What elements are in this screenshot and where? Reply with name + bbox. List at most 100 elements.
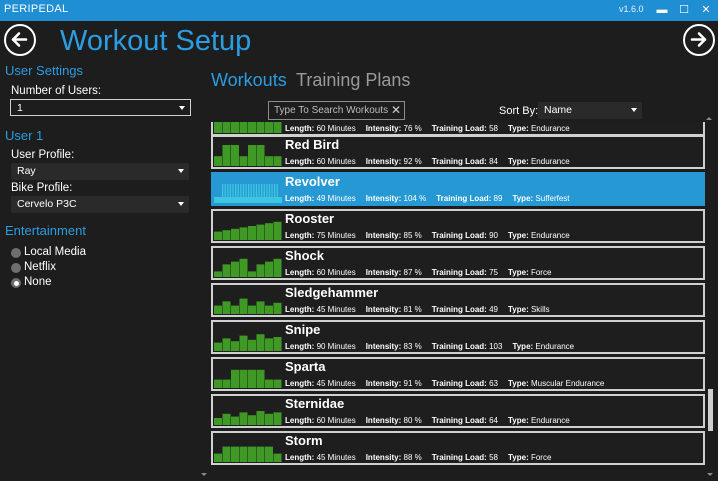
radio-circle-selected (11, 278, 21, 288)
type-value: Endurance (530, 157, 570, 166)
training-load-value: 90 (489, 231, 498, 240)
radio-label: Netflix (24, 261, 56, 273)
workout-meta: Length: 45 Minutes Intensity: 81 % Trainin… (285, 305, 550, 314)
training-load-value: 58 (489, 453, 498, 462)
arrow-left-icon (11, 32, 28, 47)
scroll-down-arrow[interactable] (707, 473, 713, 476)
training-load-value: 75 (489, 268, 498, 277)
type-label: Type: (512, 342, 534, 351)
number-of-users-value: 1 (17, 102, 23, 114)
minimize-button[interactable]: ▬ (651, 1, 673, 19)
tab-workouts[interactable]: Workouts (211, 70, 287, 91)
chevron-down-icon (179, 106, 185, 110)
workout-row[interactable]: Sparta Length: 45 Minutes Intensity: 91 % T… (211, 357, 705, 391)
length-value: 45 Minutes (316, 453, 356, 462)
type-label: Type: (507, 453, 529, 462)
scrollbar[interactable] (705, 122, 718, 480)
intensity-label: Intensity: (365, 268, 402, 277)
arrow-right-icon (690, 32, 707, 47)
workout-row[interactable]: Sternidae Length: 60 Minutes Intensity: 80… (211, 394, 705, 428)
workout-meta: Length: 90 Minutes Intensity: 83 % Trainin… (285, 342, 574, 351)
maximize-button[interactable]: ☐ (673, 1, 695, 19)
scroll-up-arrow[interactable] (706, 117, 712, 120)
radio-label: Local Media (24, 246, 87, 258)
length-label: Length: (285, 231, 315, 240)
close-button[interactable]: ✕ (695, 1, 717, 19)
workout-profile-graph (214, 145, 282, 166)
app-version: v1.6.0 (619, 4, 644, 14)
chevron-down-icon (178, 169, 184, 173)
workout-name: Revolver (285, 174, 340, 189)
intensity-value: 85 % (403, 231, 422, 240)
clear-icon[interactable]: ✕ (391, 103, 401, 117)
type-value: Skills (530, 305, 550, 314)
training-load-value: 49 (489, 305, 498, 314)
workout-row[interactable]: Red Bird Length: 60 Minutes Intensity: 92 … (211, 135, 705, 169)
length-label: Length: (285, 194, 315, 203)
type-label: Type: (512, 194, 534, 203)
workout-meta: Length: 75 Minutes Intensity: 85 % Trainin… (285, 231, 570, 240)
workout-row[interactable]: Shock Length: 60 Minutes Intensity: 87 % Tr… (211, 246, 705, 280)
workout-name: Rooster (285, 211, 335, 226)
number-of-users-select[interactable]: 1 (10, 99, 191, 116)
intensity-label: Intensity: (365, 157, 402, 166)
length-label: Length: (285, 453, 315, 462)
user-profile-select[interactable]: Ray (11, 163, 189, 180)
workout-name: Shock (285, 248, 325, 263)
workout-name: Snipe (285, 322, 321, 337)
workout-name: Sparta (285, 359, 326, 374)
type-value: Endurance (530, 416, 570, 425)
workout-row[interactable]: Snipe Length: 90 Minutes Intensity: 83 % Tr… (211, 320, 705, 354)
training-load-label: Training Load: (431, 124, 487, 133)
workout-row[interactable]: Revolver Length: 49 Minutes Intensity: 104… (211, 172, 705, 206)
workout-meta: Length: 49 Minutes Intensity: 104 % Traini… (285, 194, 570, 203)
workout-profile-graph (214, 369, 282, 388)
user-settings-heading: User Settings (5, 63, 84, 78)
type-value: Force (530, 453, 552, 462)
search-input[interactable]: Type To Search Workouts ✕ (268, 101, 405, 120)
workout-meta: Length: 60 Minutes Intensity: 87 % Trainin… (285, 268, 551, 277)
workout-profile-graph (214, 334, 282, 351)
training-load-label: Training Load: (431, 268, 487, 277)
back-button[interactable] (4, 24, 36, 56)
scrollbar-thumb[interactable] (708, 389, 713, 431)
workout-name: Sternidae (285, 396, 345, 411)
length-label: Length: (285, 124, 315, 133)
workout-row[interactable]: Length: 60 Minutes Intensity: 76 % Trainin… (211, 122, 705, 136)
intensity-label: Intensity: (365, 305, 402, 314)
intensity-value: 83 % (403, 342, 422, 351)
workout-row[interactable]: Sledgehammer Length: 45 Minutes Intensity:… (211, 283, 705, 317)
length-value: 60 Minutes (316, 268, 356, 277)
radio-label: None (24, 276, 52, 288)
bike-profile-value: Cervelo P3C (17, 198, 77, 210)
page-title: Workout Setup (60, 25, 252, 57)
chevron-down-icon (178, 202, 184, 206)
workout-meta: Length: 60 Minutes Intensity: 80 % Trainin… (285, 416, 570, 425)
intensity-label: Intensity: (365, 342, 402, 351)
list-scroll-down-arrow[interactable] (201, 473, 207, 476)
training-load-value: 84 (489, 157, 498, 166)
training-load-label: Training Load: (431, 305, 487, 314)
workout-row[interactable]: Storm Length: 45 Minutes Intensity: 88 % Tr… (211, 431, 705, 465)
title-bar: PERIPEDAL v1.6.0 ▬ ☐ ✕ (0, 0, 718, 21)
workout-meta: Length: 45 Minutes Intensity: 91 % Trainin… (285, 379, 604, 388)
length-value: 49 Minutes (316, 194, 356, 203)
workout-row[interactable]: Rooster Length: 75 Minutes Intensity: 85 %… (211, 209, 705, 243)
type-label: Type: (507, 305, 529, 314)
workout-list[interactable]: Length: 60 Minutes Intensity: 76 % Trainin… (209, 122, 707, 480)
training-load-label: Training Load: (431, 342, 487, 351)
entertainment-heading: Entertainment (5, 223, 86, 238)
type-label: Type: (507, 231, 529, 240)
training-load-value: 103 (489, 342, 503, 351)
training-load-value: 64 (489, 416, 498, 425)
forward-button[interactable] (683, 24, 715, 56)
workout-profile-graph (214, 446, 282, 462)
bike-profile-select[interactable]: Cervelo P3C (11, 196, 189, 213)
tab-training-plans[interactable]: Training Plans (296, 70, 410, 91)
intensity-label: Intensity: (365, 194, 402, 203)
radio-circle (11, 248, 21, 258)
training-load-value: 58 (489, 124, 498, 133)
intensity-label: Intensity: (365, 379, 402, 388)
intensity-value: 92 % (403, 157, 422, 166)
sort-by-select[interactable]: Name (538, 102, 642, 119)
